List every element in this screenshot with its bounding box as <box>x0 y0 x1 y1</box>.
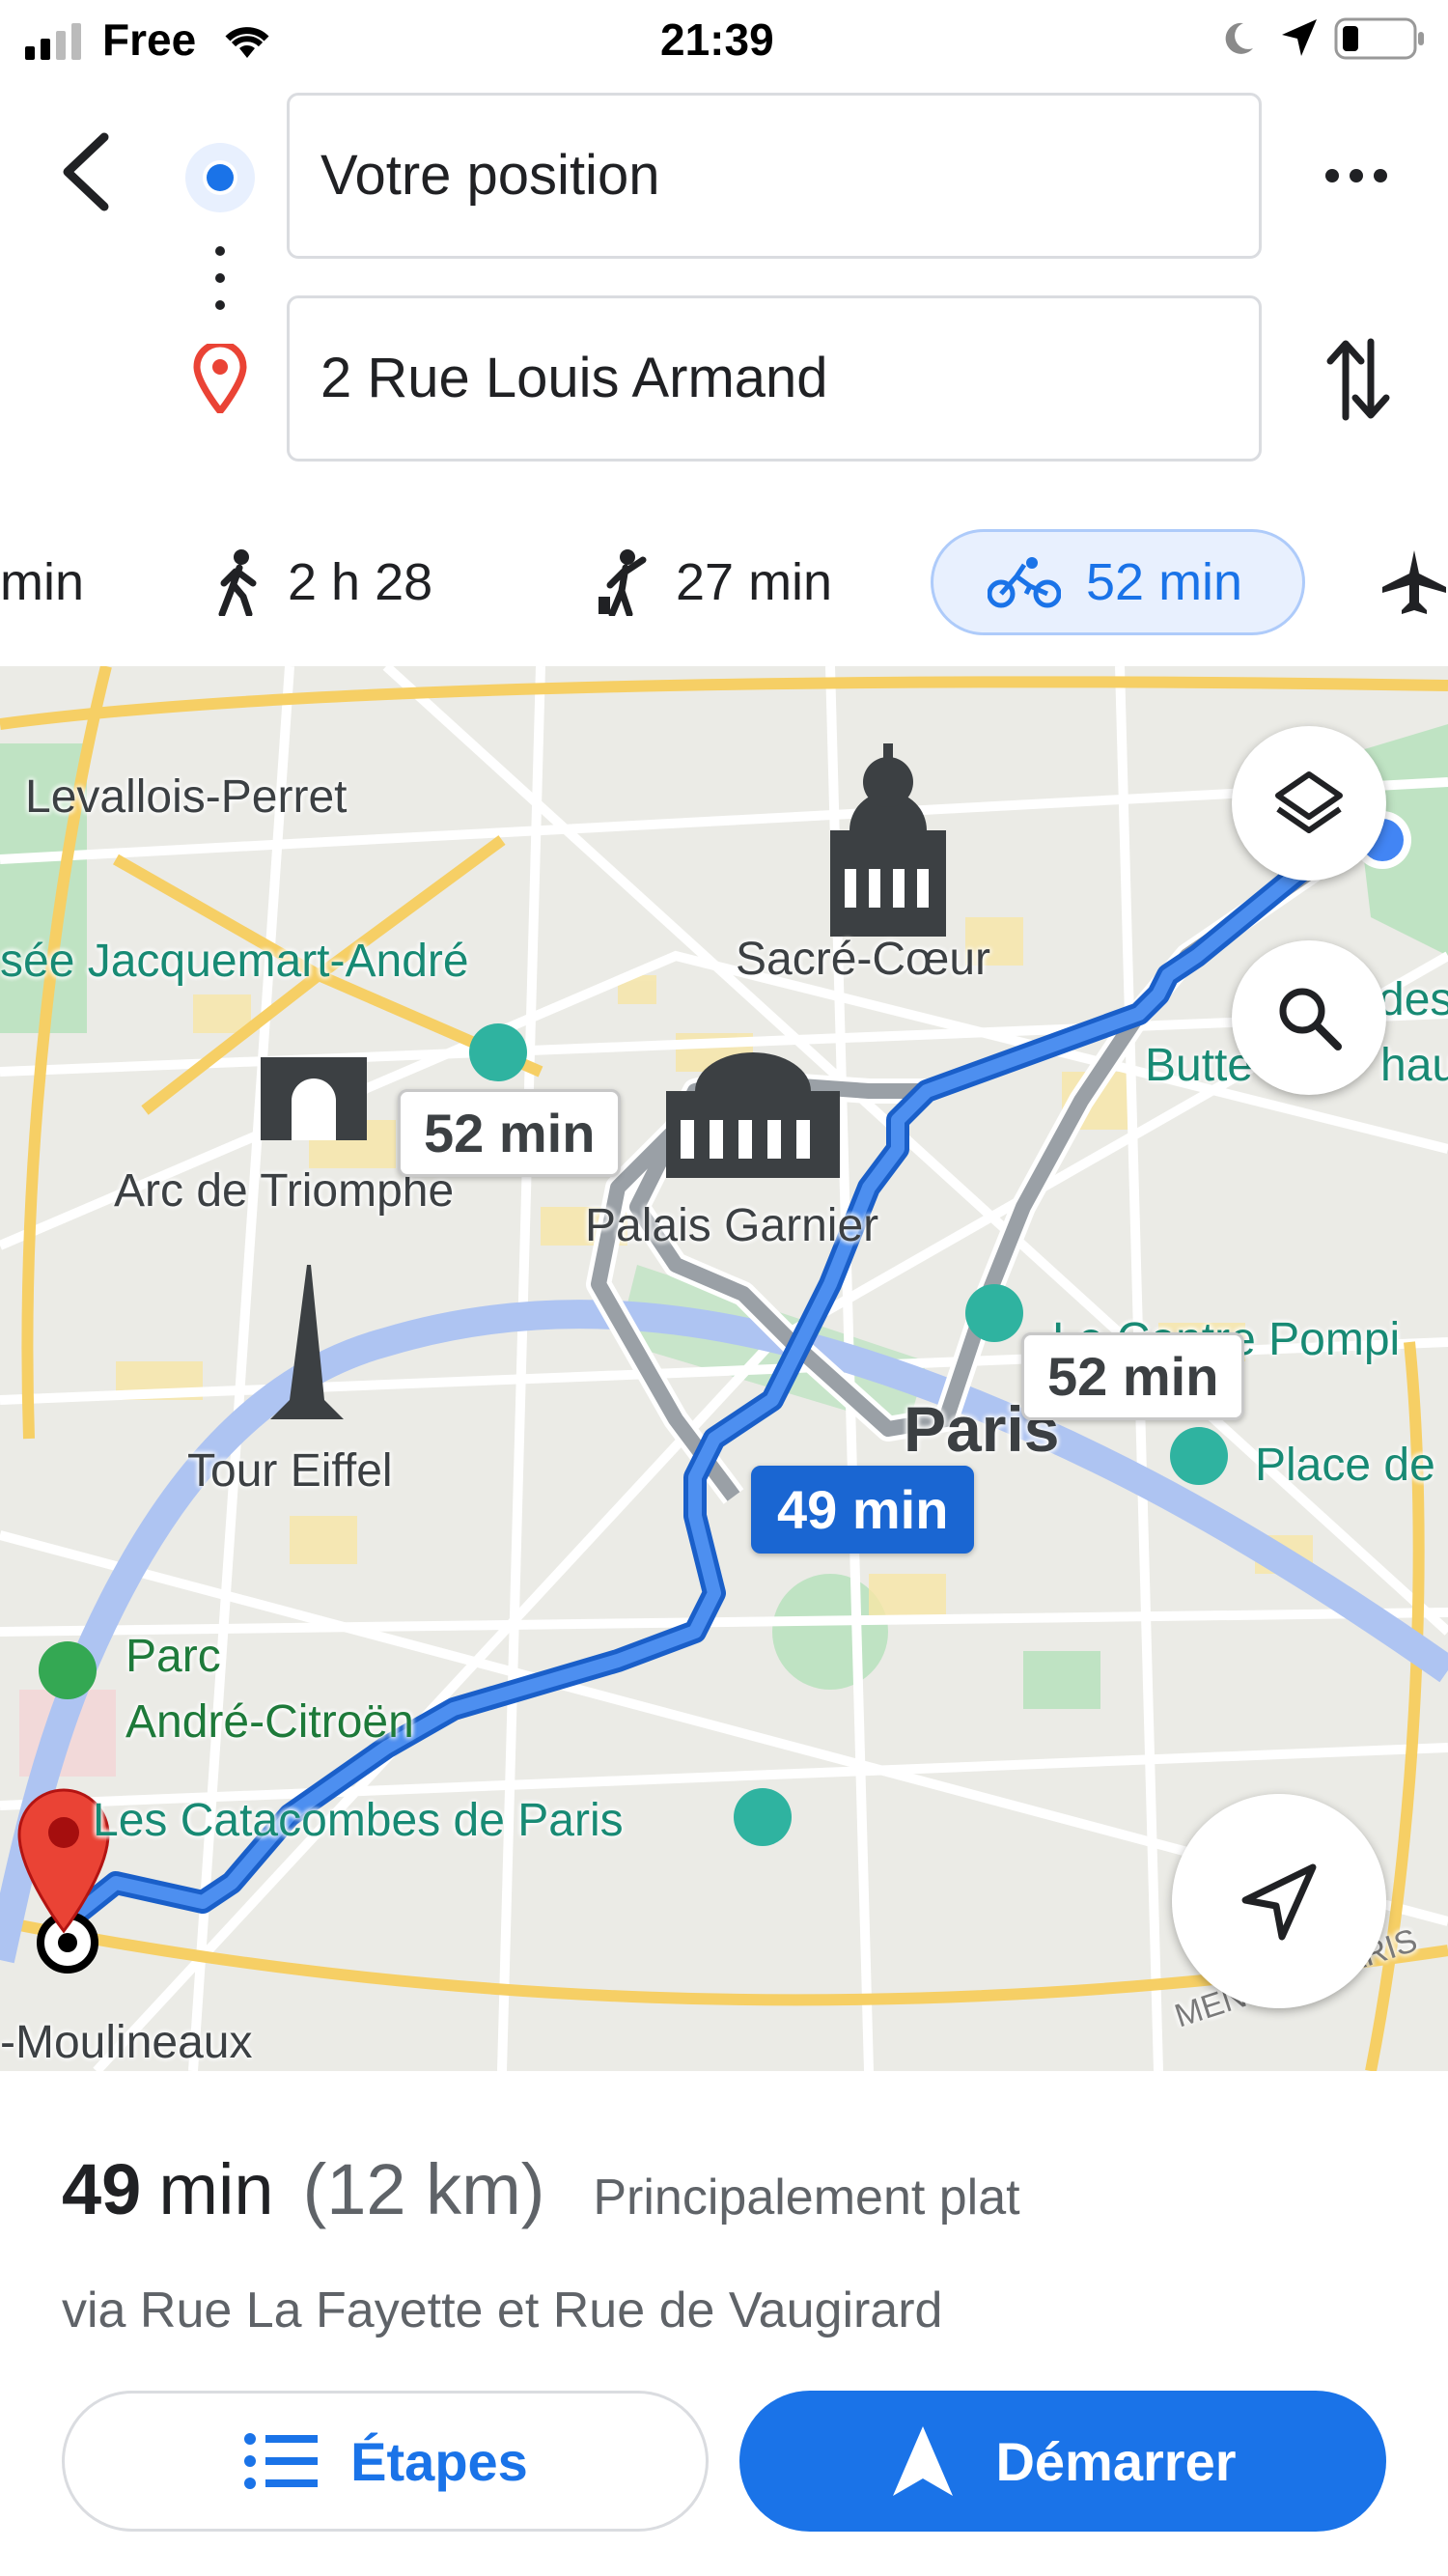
layers-icon <box>1275 771 1343 833</box>
mode-ride-time: 27 min <box>676 553 833 611</box>
map-view[interactable]: Levallois-Perret sée Jacquemart-André Sa… <box>0 666 1448 2071</box>
label-palais-garnier: Palais Garnier <box>585 1200 879 1251</box>
label-parc: Parc <box>125 1631 221 1682</box>
label-catacombes: Les Catacombes de Paris <box>93 1795 624 1846</box>
label-des: des <box>1378 974 1448 1025</box>
airplane-icon <box>1382 550 1446 614</box>
steps-label: Étapes <box>350 2430 528 2492</box>
location-arrow-icon <box>1282 19 1317 56</box>
duration-unit: min <box>158 2149 274 2229</box>
route-via: via Rue La Fayette et Rue de Vaugirard <box>62 2282 943 2338</box>
list-icon <box>244 2433 319 2489</box>
origin-input[interactable]: Votre position <box>287 93 1262 259</box>
signal-icon <box>25 23 81 60</box>
destination-input[interactable]: 2 Rue Louis Armand <box>287 295 1262 462</box>
wifi-icon <box>225 27 269 58</box>
bike-icon <box>988 557 1061 608</box>
duration-value: 49 <box>62 2149 142 2229</box>
navigation-icon <box>893 2426 954 2496</box>
walk-icon <box>218 549 257 616</box>
mode-bike[interactable]: 52 min <box>931 529 1305 635</box>
label-jacquemart: sée Jacquemart-André <box>0 936 469 987</box>
start-label: Démarrer <box>995 2430 1237 2492</box>
back-arrow-icon[interactable] <box>58 131 116 212</box>
swap-icon[interactable] <box>1324 336 1392 423</box>
steps-button[interactable]: Étapes <box>62 2391 709 2532</box>
label-levallois: Levallois-Perret <box>25 771 348 823</box>
mode-walk-time: 2 h 28 <box>288 553 433 611</box>
label-buttes-2: hau <box>1380 1040 1448 1091</box>
mode-car-time: min <box>0 553 85 611</box>
route-summary-line: 49 min (12 km) Principalement plat <box>62 2148 1020 2230</box>
ride-hail-icon <box>599 549 647 616</box>
origin-dot-icon <box>185 143 255 212</box>
terrain-note: Principalement plat <box>593 2170 1020 2226</box>
label-sacre-coeur: Sacré-Cœur <box>736 934 991 985</box>
moon-icon <box>1225 22 1253 54</box>
mode-bike-time: 52 min <box>1086 553 1243 611</box>
route-callout-main[interactable]: 49 min <box>751 1466 975 1554</box>
status-bar: Free 21:39 <box>0 0 1448 81</box>
mode-car[interactable]: min <box>0 529 84 635</box>
route-callout-alt-2[interactable]: 52 min <box>1021 1332 1245 1420</box>
more-options-icon[interactable] <box>1323 160 1390 189</box>
distance: (12 km) <box>302 2149 545 2229</box>
battery-icon <box>1334 17 1424 60</box>
clock: 21:39 <box>660 14 774 65</box>
route-callout-alt-1[interactable]: 52 min <box>398 1089 622 1177</box>
mode-walk[interactable]: 2 h 28 <box>214 529 432 635</box>
navigation-arrow-icon <box>1241 1863 1317 1941</box>
label-tour-eiffel: Tour Eiffel <box>187 1445 393 1497</box>
route-dots-icon <box>215 246 225 310</box>
layers-button[interactable] <box>1232 726 1386 881</box>
carrier-name: Free <box>102 14 197 65</box>
label-place: Place de <box>1255 1440 1435 1491</box>
search-button[interactable] <box>1232 940 1386 1095</box>
label-andre-citroen: André-Citroën <box>125 1696 414 1748</box>
mode-ride[interactable]: 27 min <box>597 529 832 635</box>
destination-pin-icon <box>193 344 247 413</box>
mode-flight[interactable] <box>1380 529 1448 635</box>
start-button[interactable]: Démarrer <box>739 2391 1386 2532</box>
search-icon <box>1279 988 1342 1050</box>
recenter-button[interactable] <box>1172 1794 1386 2008</box>
label-moulineaux: -Moulineaux <box>0 2017 253 2068</box>
